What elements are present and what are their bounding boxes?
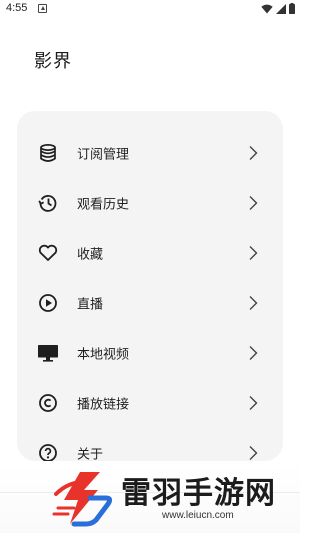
notification-icon (38, 4, 47, 13)
copyright-icon (37, 392, 59, 414)
monitor-icon (37, 342, 59, 364)
menu-item-label: 收藏 (77, 247, 104, 263)
wifi-icon (261, 4, 273, 13)
status-bar: 4:55 (0, 0, 300, 20)
signal-icon (276, 3, 286, 14)
menu-item-live[interactable]: 直播 (17, 278, 283, 328)
watermark-text: 雷羽手游网 (121, 476, 276, 511)
menu-item-play-link[interactable]: 播放链接 (17, 378, 283, 428)
heart-icon (37, 242, 59, 264)
menu-item-label: 本地视频 (77, 347, 130, 363)
menu-item-label: 关于 (77, 447, 104, 462)
menu-item-history[interactable]: 观看历史 (17, 178, 283, 228)
app-title: 影界 (34, 51, 72, 72)
database-icon (37, 142, 59, 164)
menu-item-subscriptions[interactable]: 订阅管理 (17, 128, 283, 178)
menu-item-about[interactable]: 关于 (17, 428, 283, 461)
battery-icon (289, 3, 295, 14)
chevron-right-icon (249, 396, 258, 410)
chevron-right-icon (249, 296, 258, 310)
menu-item-label: 观看历史 (77, 197, 130, 213)
help-circle-icon (37, 442, 59, 461)
chevron-right-icon (249, 196, 258, 210)
history-icon (37, 192, 59, 214)
menu-item-label: 订阅管理 (77, 147, 130, 163)
menu-item-label: 播放链接 (77, 397, 130, 413)
menu-item-label: 直播 (77, 297, 104, 313)
status-time: 4:55 (6, 2, 28, 14)
chevron-right-icon (249, 346, 258, 360)
menu-item-favorites[interactable]: 收藏 (17, 228, 283, 278)
chevron-right-icon (249, 146, 258, 160)
chevron-right-icon (249, 446, 258, 460)
menu-card: 订阅管理 观看历史 收藏 直播 本地视频 播放链接 关于 (17, 111, 283, 461)
play-circle-icon (37, 292, 59, 314)
chevron-right-icon (249, 246, 258, 260)
watermark-url: www.leiucn.com (162, 510, 234, 521)
watermark-logo-icon (52, 472, 113, 527)
watermark: 雷羽手游网 www.leiucn.com (50, 468, 290, 528)
menu-item-local-video[interactable]: 本地视频 (17, 328, 283, 378)
status-icons (261, 3, 295, 14)
